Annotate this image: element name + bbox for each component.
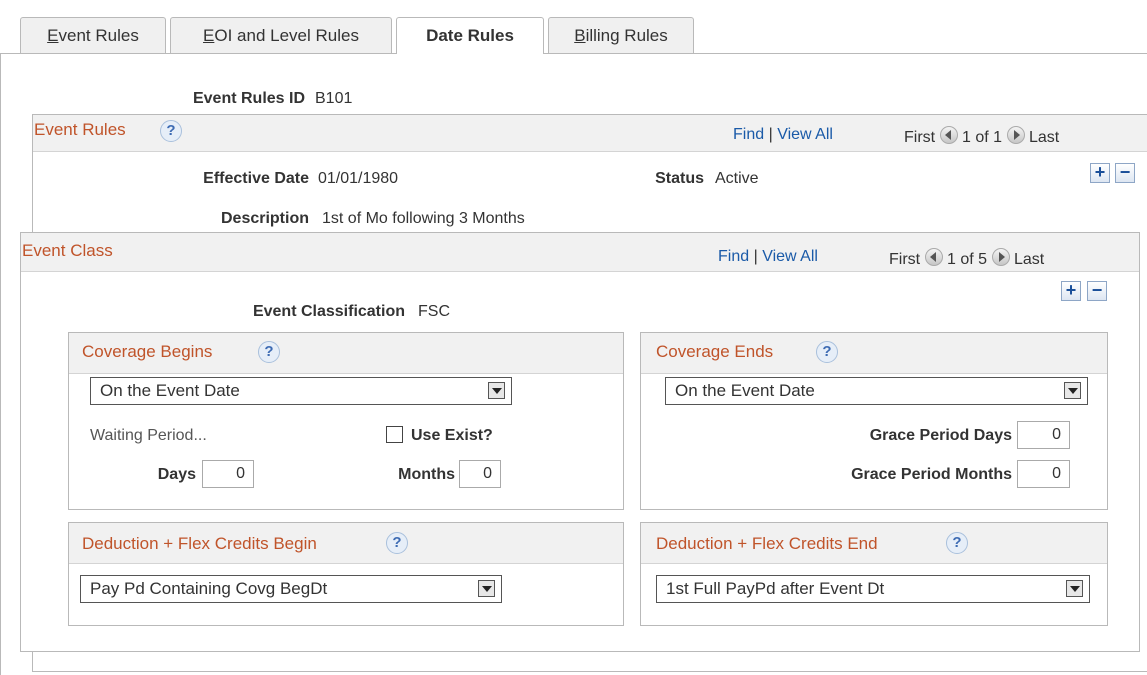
tab-divider-right xyxy=(544,53,1147,54)
use-exist-label: Use Exist? xyxy=(411,427,493,444)
nav-separator: | xyxy=(753,248,758,265)
tab-date-rules[interactable]: Date Rules xyxy=(396,17,544,54)
tab-eoi-label: OI and Level Rules xyxy=(214,25,359,45)
deduction-end-select[interactable]: 1st Full PayPd after Event Dt xyxy=(656,575,1090,603)
coverage-begins-selected: On the Event Date xyxy=(100,381,240,400)
row-count: 1 of 5 xyxy=(947,251,988,268)
coverage-ends-help-icon[interactable]: ? xyxy=(816,341,838,363)
deduction-begin-help-icon[interactable]: ? xyxy=(386,532,408,554)
deduction-begin-title: Deduction + Flex Credits Begin xyxy=(82,534,317,553)
coverage-ends-title: Coverage Ends xyxy=(656,342,774,361)
tab-event-rules-label: vent Rules xyxy=(58,25,139,45)
days-label: Days xyxy=(157,466,196,483)
waiting-period-label: Waiting Period... xyxy=(90,427,207,444)
previous-arrow-icon[interactable] xyxy=(924,248,943,266)
last-label: Last xyxy=(1028,129,1060,146)
row-count: 1 of 1 xyxy=(962,129,1003,146)
dropdown-arrow-icon xyxy=(488,382,505,399)
coverage-begins-help-icon[interactable]: ? xyxy=(258,341,280,363)
previous-arrow-icon[interactable] xyxy=(939,126,958,144)
coverage-ends-selected: On the Event Date xyxy=(675,381,815,400)
tab-eoi-level-rules[interactable]: E OI and Level Rules xyxy=(170,17,392,53)
status-value: Active xyxy=(715,170,759,187)
deduction-end-help-icon[interactable]: ? xyxy=(946,532,968,554)
event-rules-help-icon[interactable]: ? xyxy=(160,120,182,142)
event-rules-nav: Find | View All xyxy=(733,126,833,144)
delete-row-button[interactable]: − xyxy=(1115,163,1135,183)
tab-event-rules[interactable]: Event Rules xyxy=(20,17,166,53)
grace-period-days-input[interactable]: 0 xyxy=(1017,421,1070,449)
last-label: Last xyxy=(1013,251,1045,268)
dropdown-arrow-icon xyxy=(1064,382,1081,399)
tab-billing-label: illing Rules xyxy=(585,25,668,45)
description-label: Description xyxy=(220,210,309,227)
coverage-begins-title: Coverage Begins xyxy=(82,342,213,361)
event-class-pager: First 1 of 5 Last xyxy=(889,248,1044,269)
event-rules-id-label: Event Rules ID xyxy=(192,90,305,107)
next-arrow-icon[interactable] xyxy=(1006,126,1025,144)
effective-date-label: Effective Date xyxy=(203,170,309,187)
coverage-ends-select[interactable]: On the Event Date xyxy=(665,377,1088,405)
tab-billing-rules[interactable]: Billing Rules xyxy=(548,17,694,53)
description-value: 1st of Mo following 3 Months xyxy=(322,210,525,227)
tab-date-rules-label: Date Rules xyxy=(426,26,514,45)
add-row-button[interactable]: + xyxy=(1090,163,1110,183)
days-input[interactable]: 0 xyxy=(202,460,254,488)
event-classification-value: FSC xyxy=(418,303,450,320)
event-class-find-link[interactable]: Find xyxy=(718,248,749,265)
event-class-view-all-link[interactable]: View All xyxy=(762,248,818,265)
delete-event-class-button[interactable]: − xyxy=(1087,281,1107,301)
deduction-end-title: Deduction + Flex Credits End xyxy=(656,534,878,553)
event-rules-id-value: B101 xyxy=(315,90,353,107)
event-class-nav: Find | View All xyxy=(718,248,818,266)
tab-billing-mnemonic: B xyxy=(574,25,586,45)
event-rules-find-link[interactable]: Find xyxy=(733,126,764,143)
tab-eoi-mnemonic: E xyxy=(203,25,215,45)
nav-separator: | xyxy=(768,126,773,143)
use-exist-checkbox[interactable] xyxy=(386,426,403,443)
coverage-begins-select[interactable]: On the Event Date xyxy=(90,377,512,405)
event-class-title: Event Class xyxy=(22,241,113,260)
page-left-border xyxy=(0,53,1,675)
effective-date-value: 01/01/1980 xyxy=(318,170,399,187)
event-rules-pager: First 1 of 1 Last xyxy=(904,126,1059,147)
event-classification-label: Event Classification xyxy=(252,303,405,320)
grace-period-months-input[interactable]: 0 xyxy=(1017,460,1070,488)
dropdown-arrow-icon xyxy=(1066,580,1083,597)
first-label: First xyxy=(889,251,921,268)
deduction-begin-select[interactable]: Pay Pd Containing Covg BegDt xyxy=(80,575,502,603)
deduction-begin-selected: Pay Pd Containing Covg BegDt xyxy=(90,579,328,598)
months-label: Months xyxy=(398,466,455,483)
event-rules-view-all-link[interactable]: View All xyxy=(777,126,833,143)
add-event-class-button[interactable]: + xyxy=(1061,281,1081,301)
tab-event-rules-mnemonic: E xyxy=(47,25,59,45)
grace-period-months-label: Grace Period Months xyxy=(851,466,1012,483)
event-rules-title: Event Rules xyxy=(34,120,126,139)
deduction-end-selected: 1st Full PayPd after Event Dt xyxy=(666,579,885,598)
tab-divider xyxy=(0,53,396,54)
first-label: First xyxy=(904,129,936,146)
grace-period-days-label: Grace Period Days xyxy=(869,427,1012,444)
next-arrow-icon[interactable] xyxy=(991,248,1010,266)
dropdown-arrow-icon xyxy=(478,580,495,597)
status-label: Status xyxy=(655,170,704,187)
months-input[interactable]: 0 xyxy=(459,460,501,488)
